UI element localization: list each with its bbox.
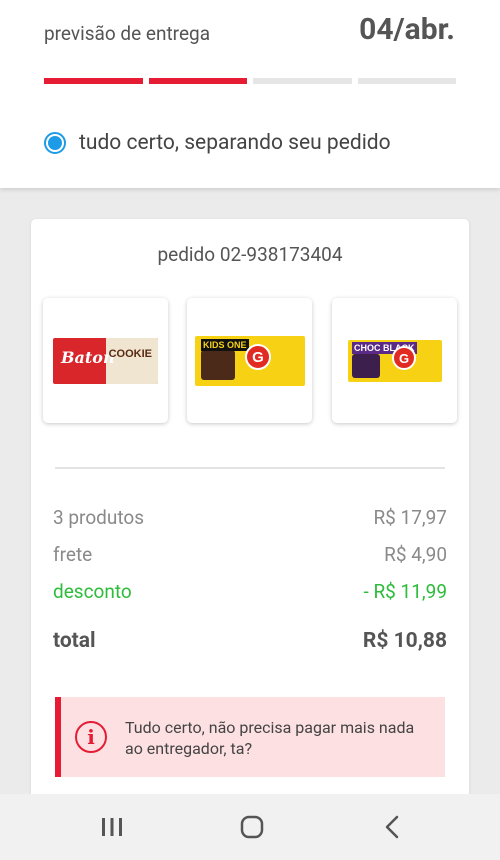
total-row: total R$ 10,88 <box>53 629 447 653</box>
shipping-value: R$ 4,90 <box>384 543 447 566</box>
status-radio-icon <box>44 132 66 154</box>
product-image: Baton COOKIE <box>53 338 158 384</box>
delivery-date: 04/abr. <box>359 12 455 47</box>
order-number: pedido 02-938173404 <box>157 243 343 266</box>
product-image: KIDS ONE G <box>195 336 305 386</box>
shipping-label: frete <box>53 543 93 566</box>
discount-value: - R$ 11,99 <box>363 580 447 603</box>
discount-row: desconto - R$ 11,99 <box>53 580 447 603</box>
back-icon[interactable] <box>372 812 412 842</box>
products-subtotal-value: R$ 17,97 <box>373 506 447 529</box>
delivery-forecast-label: previsão de entrega <box>44 22 211 45</box>
shipping-row: frete R$ 4,90 <box>53 543 447 566</box>
payment-notice-text: Tudo certo, não precisa pagar mais nada … <box>125 718 415 758</box>
progress-step <box>357 78 456 84</box>
delivery-header: previsão de entrega 04/abr. tudo certo, … <box>0 0 500 188</box>
order-status-text: tudo certo, separando seu pedido <box>79 131 391 155</box>
total-value: R$ 10,88 <box>362 629 447 653</box>
progress-step <box>44 78 143 84</box>
product-thumbnail[interactable]: Baton COOKIE <box>43 298 168 423</box>
products-count-label: 3 produtos <box>53 506 145 529</box>
home-icon[interactable] <box>232 812 272 842</box>
system-navigation-bar <box>0 794 500 860</box>
recent-apps-icon[interactable] <box>92 812 132 842</box>
info-icon: i <box>75 721 107 753</box>
total-label: total <box>53 629 96 653</box>
progress-step <box>253 78 352 84</box>
progress-step <box>148 78 247 84</box>
product-image: CHOC BLACK G <box>348 340 442 382</box>
products-subtotal-row: 3 produtos R$ 17,97 <box>53 506 447 529</box>
product-thumbnail[interactable]: CHOC BLACK G <box>332 298 457 423</box>
order-card: pedido 02-938173404 Baton COOKIE KIDS ON… <box>31 219 469 819</box>
product-thumbnail[interactable]: KIDS ONE G <box>187 298 312 423</box>
divider <box>55 467 445 469</box>
discount-label: desconto <box>53 580 132 603</box>
payment-notice: i Tudo certo, não precisa pagar mais nad… <box>55 697 445 777</box>
order-status: tudo certo, separando seu pedido <box>44 131 391 155</box>
delivery-progress-bar <box>44 78 456 84</box>
